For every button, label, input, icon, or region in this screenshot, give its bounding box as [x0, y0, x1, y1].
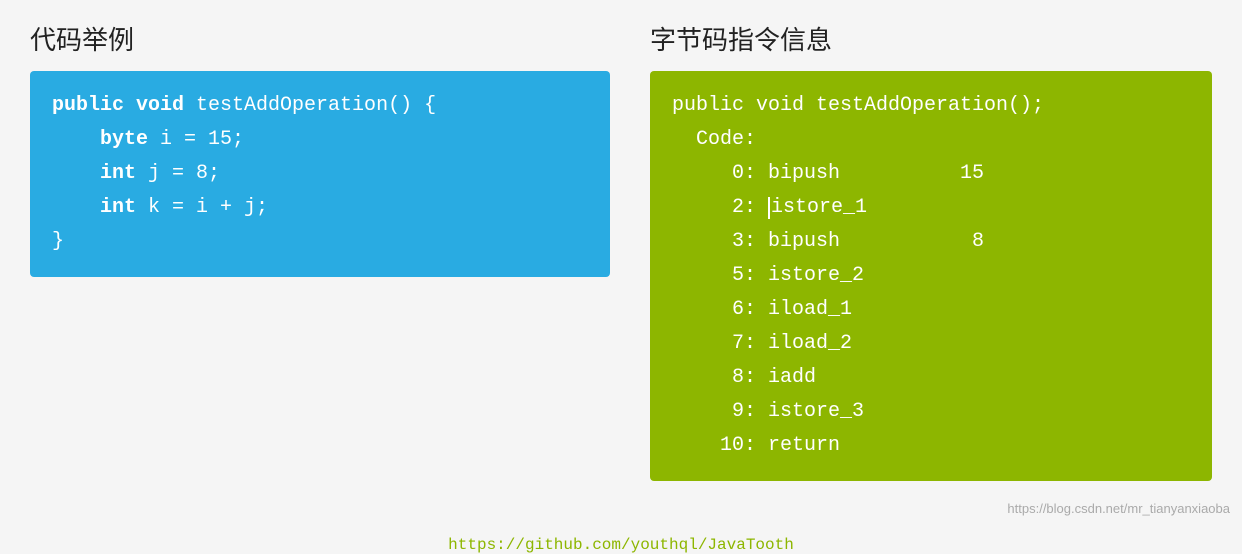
bytecode-line-10: 10: return: [672, 429, 1190, 463]
kw-byte: byte: [100, 128, 148, 151]
code-byte-rest: i = 15;: [148, 128, 244, 151]
bytecode-line-7: 7: iload_2: [672, 327, 1190, 361]
link-text: https://github.com/youthql/JavaTooth: [448, 536, 794, 554]
code-indent: [52, 128, 100, 151]
code-line-4: int k = i + j;: [52, 191, 588, 225]
kw-int2: int: [100, 196, 136, 219]
main-container: 代码举例 public void testAddOperation() { by…: [0, 0, 1242, 524]
left-title: 代码举例: [30, 20, 610, 57]
bytecode-line-4: 3: bipush 8: [672, 225, 1190, 259]
code-line-5: }: [52, 225, 588, 259]
watermark: https://blog.csdn.net/mr_tianyanxiaoba: [1007, 501, 1230, 516]
right-title: 字节码指令信息: [650, 20, 1212, 57]
code-int1-rest: j = 8;: [136, 162, 220, 185]
code-box: public void testAddOperation() { byte i …: [30, 71, 610, 277]
bytecode-line-1: Code:: [672, 123, 1190, 157]
kw-public-void: public void: [52, 94, 184, 117]
bytecode-line-0: public void testAddOperation();: [672, 89, 1190, 123]
code-line-3: int j = 8;: [52, 157, 588, 191]
right-panel: 字节码指令信息 public void testAddOperation(); …: [650, 20, 1212, 504]
bytecode-line-6: 6: iload_1: [672, 293, 1190, 327]
bytecode-line-8: 8: iadd: [672, 361, 1190, 395]
code-line-1: public void testAddOperation() {: [52, 89, 588, 123]
left-panel: 代码举例 public void testAddOperation() { by…: [30, 20, 610, 504]
code-int2-rest: k = i + j;: [136, 196, 268, 219]
cursor: [768, 197, 770, 219]
code-line-2: byte i = 15;: [52, 123, 588, 157]
bytecode-line-2: 0: bipush 15: [672, 157, 1190, 191]
bytecode-line-3: 2: istore_1: [672, 191, 1190, 225]
code-indent3: [52, 196, 100, 219]
code-close: }: [52, 230, 64, 253]
code-method-rest: testAddOperation() {: [184, 94, 436, 117]
bytecode-line-5: 5: istore_2: [672, 259, 1190, 293]
bytecode-line-9: 9: istore_3: [672, 395, 1190, 429]
bytecode-box: public void testAddOperation(); Code: 0:…: [650, 71, 1212, 481]
kw-int1: int: [100, 162, 136, 185]
code-indent2: [52, 162, 100, 185]
